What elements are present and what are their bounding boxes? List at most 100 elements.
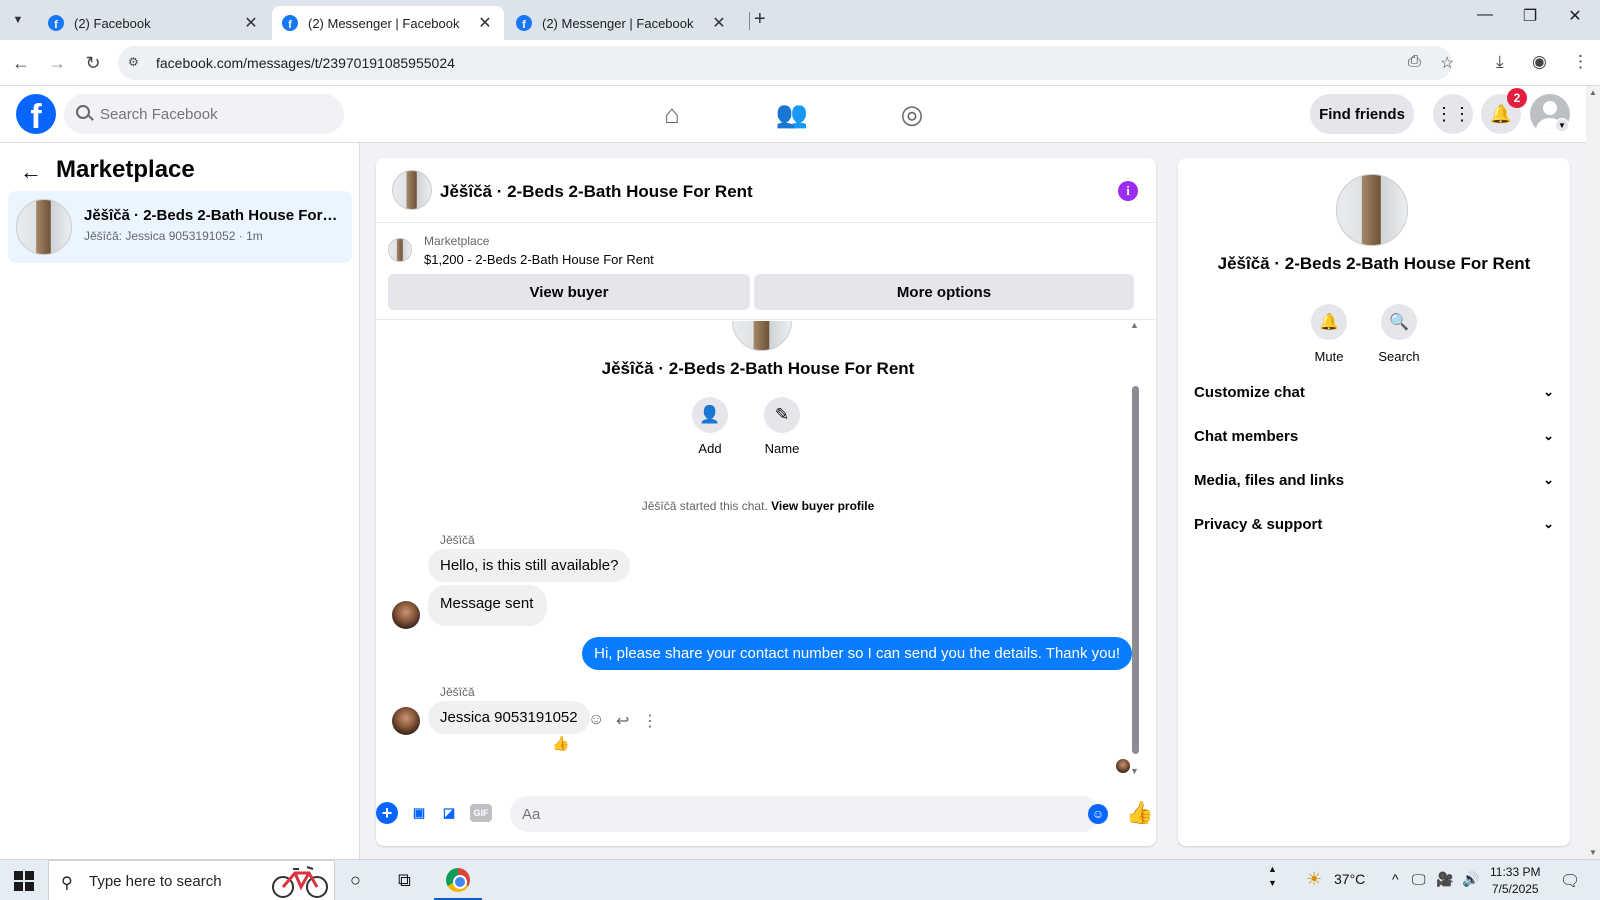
reload-icon[interactable]: ↻ — [80, 50, 106, 76]
site-info-icon[interactable]: ⚙ — [128, 55, 144, 71]
cortana-circle-icon[interactable]: ○ — [350, 870, 361, 891]
view-buyer-profile-link[interactable]: View buyer profile — [771, 499, 874, 513]
thumbs-up-reaction-icon[interactable]: 👍 — [552, 735, 569, 752]
scrollbar-thumb[interactable] — [1132, 386, 1139, 754]
privacy-support-section[interactable]: Privacy & support ⌄ — [1194, 504, 1554, 544]
groups-icon[interactable]: ◎ — [890, 96, 934, 132]
add-people-action[interactable]: 👤 Add — [680, 397, 740, 456]
message-thread: Jěšîčă · 2-Beds 2-Bath House For Rent 👤 … — [376, 321, 1156, 781]
taskbar-clock[interactable]: 11:33 PM 7/5/2025 — [1490, 864, 1540, 898]
chat-members-section[interactable]: Chat members ⌄ — [1194, 416, 1554, 456]
taskbar-search[interactable]: ⚲ Type here to search — [48, 860, 335, 900]
friends-icon[interactable]: 👥 — [770, 96, 814, 132]
browser-tab-1[interactable]: f (2) Facebook ✕ — [38, 6, 270, 40]
thread-avatar — [732, 321, 792, 351]
taskbar-scroll-arrows-icon[interactable]: ▲ ▼ — [1268, 862, 1277, 890]
home-icon[interactable]: ⌂ — [650, 96, 694, 132]
meet-now-icon[interactable]: 🎥 — [1436, 871, 1453, 888]
search-action[interactable]: 🔍 Search — [1367, 304, 1431, 364]
message-bubble-incoming[interactable]: Jessica 9053191052 — [428, 701, 590, 734]
restore-icon[interactable]: ❐ — [1515, 6, 1545, 26]
facebook-search[interactable] — [64, 94, 344, 134]
temperature-text[interactable]: 37°C — [1334, 871, 1365, 887]
browser-tab-strip: ▼ f (2) Facebook ✕ f (2) Messenger | Fac… — [0, 0, 1600, 40]
sticker-icon[interactable]: ◪ — [438, 802, 460, 824]
chevron-down-icon: ⌄ — [1543, 472, 1554, 487]
chat-profile-avatar[interactable] — [1336, 174, 1408, 246]
section-label: Privacy & support — [1194, 515, 1323, 533]
tab-close-icon[interactable]: ✕ — [710, 13, 728, 33]
scroll-up-arrow-icon[interactable]: ▲ — [1130, 320, 1139, 330]
name-chat-action[interactable]: ✎ Name — [752, 397, 812, 456]
message-bubble-outgoing[interactable]: Hi, please share your contact number so … — [582, 637, 1132, 670]
mute-action[interactable]: 🔔 Mute — [1297, 304, 1361, 364]
chat-title[interactable]: Jěšîčă · 2-Beds 2-Bath House For Rent — [440, 182, 753, 202]
browser-tab-2-active[interactable]: f (2) Messenger | Facebook ✕ — [272, 6, 504, 40]
weather-sun-icon[interactable]: ☀ — [1306, 869, 1322, 890]
react-smiley-icon[interactable]: ☺ — [588, 711, 604, 729]
bookmark-star-icon[interactable]: ☆ — [1440, 53, 1454, 73]
sender-avatar[interactable] — [392, 601, 420, 629]
scroll-up-arrow-icon[interactable]: ▲ — [1589, 88, 1597, 97]
thumbs-up-send-icon[interactable]: 👍 — [1126, 800, 1153, 826]
address-bar[interactable]: ⚙ facebook.com/messages/t/23970191085955… — [118, 46, 1454, 80]
facebook-search-input[interactable] — [100, 94, 330, 134]
windows-start-icon[interactable] — [14, 871, 34, 891]
attach-photo-icon[interactable]: ▣ — [408, 802, 430, 824]
reply-arrow-icon[interactable]: ↩ — [616, 711, 629, 731]
install-app-icon[interactable]: ⎙ — [1408, 53, 1421, 71]
show-hidden-icons-chevron-icon[interactable]: ^ — [1392, 871, 1399, 887]
account-chevron-down-icon[interactable]: ▼ — [1555, 118, 1569, 132]
conversation-item[interactable]: Jěšîčă · 2-Beds 2-Bath House For R... Jě… — [8, 191, 352, 263]
profile-icon[interactable]: ◉ — [1532, 52, 1547, 72]
facebook-logo-icon[interactable]: f — [16, 94, 56, 134]
message-bubble-incoming[interactable]: Hello, is this still available? — [428, 549, 631, 582]
info-icon[interactable]: i — [1118, 181, 1138, 201]
chat-avatar[interactable] — [392, 170, 432, 210]
window-close-icon[interactable]: ✕ — [1560, 6, 1590, 26]
url-text[interactable]: facebook.com/messages/t/2397019108595502… — [156, 55, 455, 71]
listing-thumbnail[interactable] — [388, 238, 412, 262]
gif-icon[interactable]: GIF — [470, 804, 492, 822]
scroll-down-arrow-icon[interactable]: ▼ — [1589, 848, 1597, 857]
more-actions-plus-icon[interactable]: + — [376, 802, 398, 824]
network-icon[interactable]: 🖵 — [1412, 871, 1426, 888]
message-composer: + ▣ ◪ GIF ☺ 👍 — [376, 782, 1156, 846]
chrome-taskbar-icon[interactable] — [446, 868, 470, 892]
sender-avatar[interactable] — [392, 707, 420, 735]
view-buyer-button[interactable]: View buyer — [388, 274, 750, 310]
back-arrow-icon[interactable]: ← — [20, 159, 42, 185]
find-friends-button[interactable]: Find friends — [1310, 94, 1414, 134]
tab-close-icon[interactable]: ✕ — [476, 13, 494, 33]
scroll-down-arrow-icon[interactable]: ▼ — [1130, 766, 1139, 776]
menu-grid-icon[interactable]: ⋮⋮ — [1433, 94, 1473, 134]
page-scrollbar[interactable]: ▲ ▼ — [1586, 86, 1600, 859]
browser-tab-3[interactable]: f (2) Messenger | Facebook ✕ — [506, 6, 738, 40]
forward-arrow-icon[interactable]: → — [44, 50, 70, 76]
tab-close-icon[interactable]: ✕ — [242, 13, 260, 33]
download-icon[interactable]: ⤓ — [1496, 52, 1504, 72]
more-options-icon[interactable]: ⋮ — [642, 711, 658, 731]
customize-chat-section[interactable]: Customize chat ⌄ — [1194, 372, 1554, 412]
media-files-links-section[interactable]: Media, files and links ⌄ — [1194, 460, 1554, 500]
volume-icon[interactable]: 🔊 — [1462, 871, 1479, 888]
chat-panel: Jěšîčă · 2-Beds 2-Bath House For Rent i … — [376, 158, 1156, 846]
conversation-list-panel: ← Marketplace Jěšîčă · 2-Beds 2-Bath Hou… — [0, 143, 360, 859]
chat-profile-name: Jěšîčă · 2-Beds 2-Bath House For Rent — [1217, 254, 1531, 273]
minimize-icon[interactable]: — — [1470, 6, 1500, 24]
chat-scrollbar[interactable]: ▲ ▼ — [1128, 318, 1142, 778]
message-bubble-incoming[interactable]: Message sent — [428, 585, 548, 626]
message-input[interactable] — [510, 796, 1100, 832]
tab-search-chevron-icon[interactable]: ▼ — [6, 8, 30, 32]
section-label: Chat members — [1194, 427, 1299, 445]
back-arrow-icon[interactable]: ← — [8, 50, 34, 76]
emoji-smiley-icon[interactable]: ☺ — [1088, 804, 1108, 824]
more-options-button[interactable]: More options — [754, 274, 1134, 310]
add-label: Add — [698, 441, 722, 456]
notification-center-icon[interactable]: 🗨 — [1560, 871, 1580, 891]
listing-title[interactable]: $1,200 - 2-Beds 2-Bath House For Rent — [424, 252, 654, 267]
new-tab-plus-icon[interactable]: + — [754, 8, 766, 31]
task-view-icon[interactable]: ⧉ — [398, 870, 411, 891]
browser-menu-icon[interactable]: ⋮ — [1572, 52, 1589, 72]
bicycle-icon — [272, 866, 328, 898]
